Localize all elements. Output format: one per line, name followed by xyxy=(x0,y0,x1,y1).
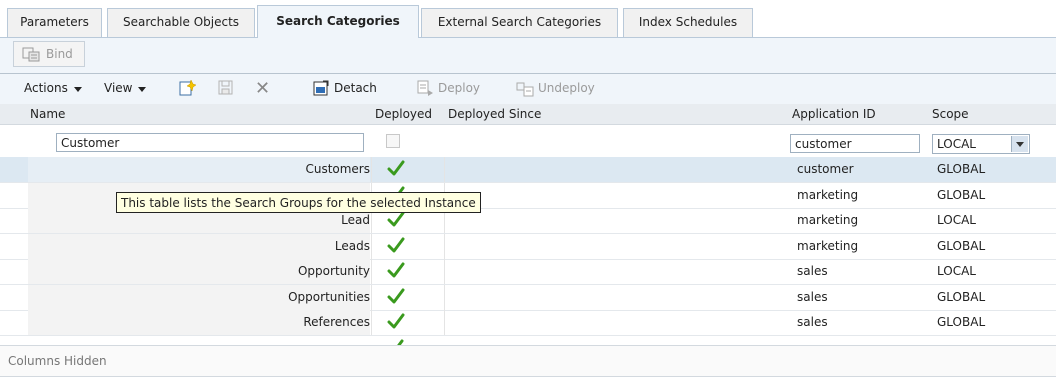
row-application-id: marketing xyxy=(797,213,859,227)
tab-label: Index Schedules xyxy=(638,15,738,29)
deployed-cell xyxy=(371,157,445,182)
row-scope: GLOBAL xyxy=(937,162,986,176)
application-id-filter-input[interactable]: customer xyxy=(790,134,920,153)
delete-icon[interactable]: ✕ xyxy=(255,78,270,99)
deployed-filter-checkbox[interactable] xyxy=(386,134,400,148)
checkmark-icon xyxy=(387,313,405,329)
checkmark-icon xyxy=(387,211,405,227)
column-header-deployed[interactable]: Deployed xyxy=(375,107,432,121)
column-header-scope[interactable]: Scope xyxy=(932,107,969,121)
tab-search-categories[interactable]: Search Categories xyxy=(257,5,419,38)
actions-label: Actions xyxy=(24,81,68,95)
undeploy-icon xyxy=(516,82,534,97)
row-application-id: sales xyxy=(797,315,828,329)
checkmark-icon xyxy=(387,160,405,176)
row-scope: GLOBAL xyxy=(937,315,986,329)
chevron-down-icon xyxy=(1011,136,1028,152)
row-name: Opportunity xyxy=(297,264,370,278)
name-cell: Customers xyxy=(28,157,370,182)
row-application-id: sales xyxy=(797,289,828,304)
name-cell: References xyxy=(28,310,370,335)
detach-button[interactable]: Detach xyxy=(312,79,377,97)
row-name: Opportunities xyxy=(288,289,370,304)
tab-label: External Search Categories xyxy=(437,15,602,29)
tab-label: Search Categories xyxy=(276,14,400,28)
deploy-icon xyxy=(417,80,433,96)
undeploy-label: Undeploy xyxy=(538,81,595,95)
tab-label: Parameters xyxy=(20,15,89,29)
row-name: Leads xyxy=(334,238,370,253)
tab-external-search-categories[interactable]: External Search Categories xyxy=(421,8,618,37)
deployed-cell xyxy=(371,310,445,335)
actions-menu[interactable]: Actions xyxy=(24,81,82,95)
create-icon[interactable] xyxy=(178,79,196,97)
filter-row: Customer customer LOCAL xyxy=(0,131,1056,156)
checkmark-icon xyxy=(387,288,405,303)
row-name: Lead xyxy=(341,213,370,227)
row-scope: GLOBAL xyxy=(937,187,986,202)
deployed-cell xyxy=(371,259,445,284)
table-row[interactable]: Opportunity sales LOCAL xyxy=(0,259,1056,285)
table-row[interactable]: References sales GLOBAL xyxy=(0,310,1056,336)
row-application-id: marketing xyxy=(797,238,859,253)
tab-bar: Parameters Searchable Objects Search Cat… xyxy=(0,0,1056,38)
table-header: Name Deployed Deployed Since Application… xyxy=(0,104,1056,125)
deploy-label: Deploy xyxy=(438,81,481,95)
actions-toolbar: Actions View ✕ Detach Deploy Undeploy xyxy=(0,74,1056,104)
table-footer: Columns Hidden xyxy=(0,345,1056,377)
scope-filter-select[interactable]: LOCAL xyxy=(932,134,1030,154)
tooltip: This table lists the Search Groups for t… xyxy=(116,192,481,213)
tab-searchable-objects[interactable]: Searchable Objects xyxy=(107,8,255,37)
tab-label: Searchable Objects xyxy=(122,15,240,29)
bind-label: Bind xyxy=(46,47,73,61)
name-filter-input[interactable]: Customer xyxy=(56,133,364,152)
row-name: Customers xyxy=(305,162,370,176)
table-row[interactable]: Opportunities sales GLOBAL xyxy=(0,284,1056,311)
column-header-name[interactable]: Name xyxy=(30,107,65,121)
chevron-down-icon xyxy=(138,86,147,92)
bind-icon xyxy=(22,47,40,62)
deploy-button[interactable]: Deploy xyxy=(416,79,480,97)
detach-icon xyxy=(313,80,329,96)
view-menu[interactable]: View xyxy=(104,81,147,95)
columns-hidden-label: Columns Hidden xyxy=(8,354,107,368)
undeploy-button[interactable]: Undeploy xyxy=(516,79,595,97)
row-application-id: customer xyxy=(797,162,854,176)
tab-index-schedules[interactable]: Index Schedules xyxy=(623,8,753,37)
checkmark-icon xyxy=(387,237,405,252)
column-header-deployed-since[interactable]: Deployed Since xyxy=(448,107,541,121)
row-scope: GLOBAL xyxy=(937,238,986,253)
name-cell: Leads xyxy=(28,233,370,259)
detach-label: Detach xyxy=(334,81,377,95)
bind-toolbar: Bind xyxy=(0,38,1056,74)
checkmark-icon xyxy=(387,262,405,278)
table-row[interactable]: Leads marketing GLOBAL xyxy=(0,233,1056,260)
row-scope: LOCAL xyxy=(937,264,976,278)
row-application-id: sales xyxy=(797,264,828,278)
save-icon[interactable] xyxy=(218,80,234,96)
row-scope: LOCAL xyxy=(937,213,976,227)
bind-button[interactable]: Bind xyxy=(13,41,85,67)
scope-filter-value: LOCAL xyxy=(937,137,976,151)
name-cell: Opportunities xyxy=(28,284,370,310)
name-cell: Opportunity xyxy=(28,259,370,284)
row-scope: GLOBAL xyxy=(937,289,986,304)
row-name: References xyxy=(303,315,370,329)
column-header-application-id[interactable]: Application ID xyxy=(792,107,876,121)
chevron-down-icon xyxy=(73,86,82,92)
tab-parameters[interactable]: Parameters xyxy=(7,8,102,37)
deployed-cell xyxy=(371,233,445,259)
row-application-id: marketing xyxy=(797,187,859,202)
table-row[interactable]: Customers customer GLOBAL xyxy=(0,157,1056,183)
partial-row xyxy=(371,336,443,346)
view-label: View xyxy=(104,81,133,95)
deployed-cell xyxy=(371,284,445,310)
